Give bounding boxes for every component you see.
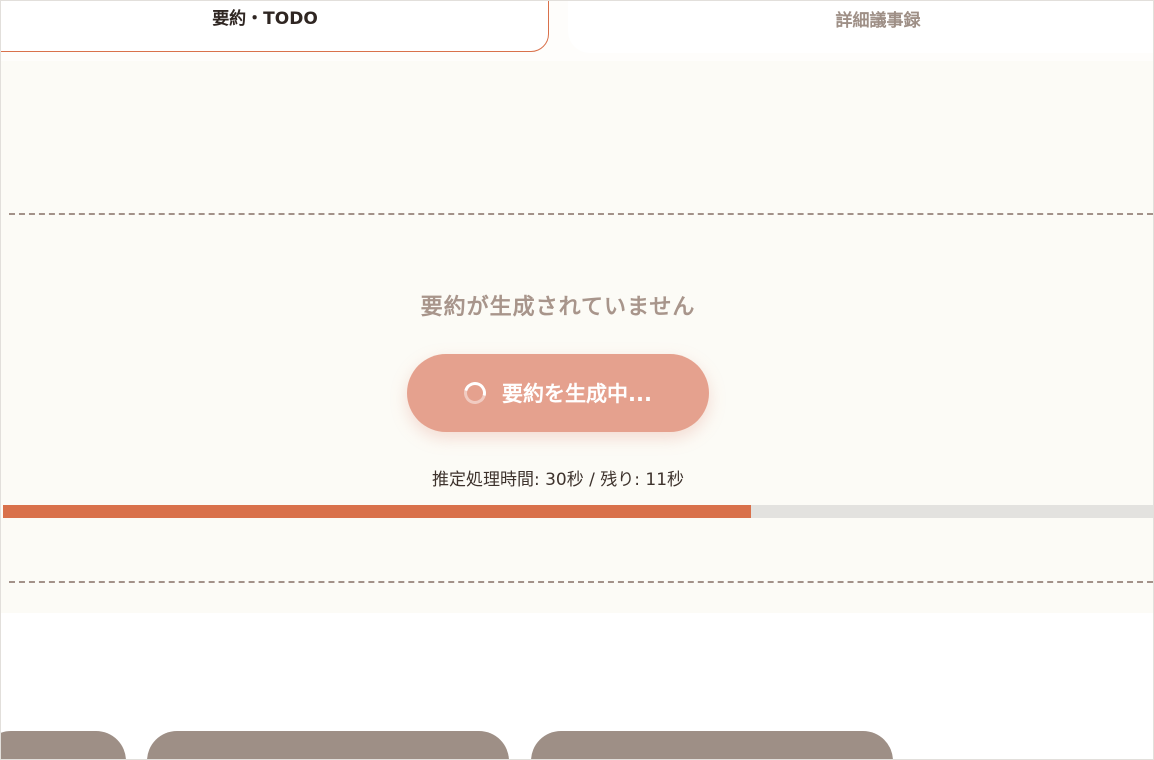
- tab-summary-label: 要約・TODO: [212, 9, 318, 29]
- divider-top: [9, 213, 1153, 215]
- progress-bar: [3, 505, 1153, 518]
- generate-button-label: 要約を生成中...: [502, 382, 652, 406]
- progress-bar-fill: [3, 505, 751, 518]
- processing-time-info: 推定処理時間: 30秒 / 残り: 11秒: [431, 470, 685, 490]
- generate-summary-button[interactable]: 要約を生成中...: [407, 354, 709, 432]
- app-frame: 要約・TODO 詳細議事録 要約が生成されていません 要約を生成中... 推定処…: [0, 0, 1154, 760]
- tab-minutes-label: 詳細議事録: [835, 11, 921, 31]
- action-button-3[interactable]: [531, 731, 893, 759]
- summary-panel: 要約が生成されていません 要約を生成中... 推定処理時間: 30秒 / 残り:…: [1, 61, 1153, 613]
- loading-spinner-icon: [460, 377, 491, 409]
- action-button-1[interactable]: [1, 731, 126, 759]
- tab-summary-todo[interactable]: 要約・TODO: [1, 1, 549, 52]
- tab-detailed-minutes[interactable]: 詳細議事録: [568, 1, 1153, 53]
- empty-state-message: 要約が生成されていません: [420, 295, 696, 320]
- action-button-2[interactable]: [147, 731, 509, 759]
- bottom-actions: [1, 613, 1153, 759]
- tab-strip: 要約・TODO 詳細議事録: [1, 1, 1153, 61]
- divider-bottom: [9, 581, 1153, 583]
